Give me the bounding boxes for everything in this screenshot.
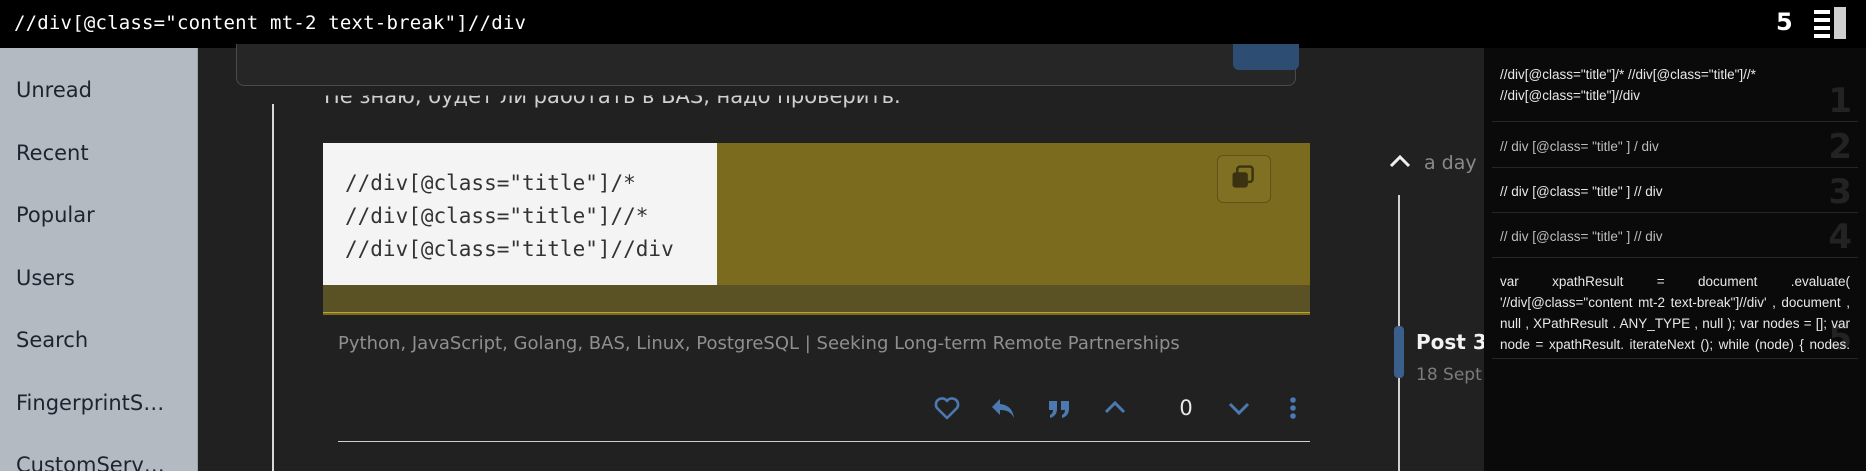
vote-count: 0 [1179, 396, 1193, 420]
sidebar-item-unread[interactable]: Unread [16, 78, 92, 102]
copy-icon[interactable] [1217, 155, 1271, 203]
sidebar-item-popular[interactable]: Popular [16, 203, 95, 227]
result-item[interactable]: var xpathResult = document .evaluate( '/… [1492, 259, 1858, 359]
result-text: // div [@class= "title" ] / div [1500, 139, 1659, 154]
post-divider [338, 441, 1310, 442]
topic-main: Не знаю, будет ли работать в BAS, надо п… [198, 44, 1487, 471]
sidebar-item-recent[interactable]: Recent [16, 141, 89, 165]
xpath-bar: //div[@class="content mt-2 text-break"]/… [0, 0, 1866, 48]
timeline-top-label: a day [1424, 152, 1477, 174]
thread-line [272, 104, 274, 471]
sidebar-item-customserv[interactable]: CustomServ… [16, 453, 165, 471]
match-count: 5 [1776, 8, 1793, 36]
xpath-query-input[interactable]: //div[@class="content mt-2 text-break"]/… [14, 12, 526, 34]
heart-icon[interactable] [932, 393, 962, 423]
result-item[interactable]: //div[@class="title"]/* //div[@class="ti… [1492, 62, 1858, 122]
result-text: // div [@class= "title" ] // div [1500, 184, 1663, 199]
sidebar-item-search[interactable]: Search [16, 328, 88, 352]
result-item[interactable]: // div [@class= "title" ] / div 2 [1492, 124, 1858, 168]
timeline-handle[interactable] [1394, 326, 1404, 378]
timeline-post-date: 18 Sept [1416, 365, 1482, 385]
code-block: //div[@class="title"]/* //div[@class="ti… [323, 143, 1310, 315]
quote-icon[interactable] [1044, 393, 1074, 423]
code-scrollbar-band [323, 285, 1310, 313]
user-signature: Python, JavaScript, Golang, BAS, Linux, … [338, 333, 1180, 354]
sidebar: Unread Recent Popular Users Search Finge… [0, 48, 198, 471]
result-item[interactable]: // div [@class= "title" ] // div 3 [1492, 169, 1858, 213]
result-item[interactable]: // div [@class= "title" ] // div 4 [1492, 214, 1858, 258]
timeline-post-label: Post 3 [1416, 330, 1487, 354]
chevron-down-icon[interactable] [1224, 393, 1254, 423]
code-line: //div[@class="title"]/* [345, 171, 636, 195]
reply-icon[interactable] [988, 393, 1018, 423]
more-vertical-icon[interactable] [1278, 393, 1308, 423]
post-text: Не знаю, будет ли работать в BAS, надо п… [324, 84, 901, 108]
xpath-results-panel: //div[@class="title"]/* //div[@class="ti… [1484, 48, 1866, 471]
chevron-up-icon[interactable] [1386, 150, 1414, 174]
result-text: //div[@class="title"]/* //div[@class="ti… [1500, 67, 1756, 103]
code-content: //div[@class="title"]/* //div[@class="ti… [323, 143, 717, 285]
code-line: //div[@class="title"]//div [345, 237, 674, 261]
chevron-up-icon[interactable] [1100, 393, 1130, 423]
sidebar-item-users[interactable]: Users [16, 266, 75, 290]
list-icon[interactable] [1814, 7, 1848, 39]
code-line: //div[@class="title"]//* [345, 204, 649, 228]
sidebar-item-fingerprints[interactable]: FingerprintS… [16, 391, 164, 415]
topic-toolbar [236, 44, 1299, 86]
toolbar-action-button[interactable] [1233, 44, 1299, 70]
result-text: var xpathResult = document .evaluate( '/… [1500, 274, 1850, 352]
result-text: // div [@class= "title" ] // div [1500, 229, 1663, 244]
